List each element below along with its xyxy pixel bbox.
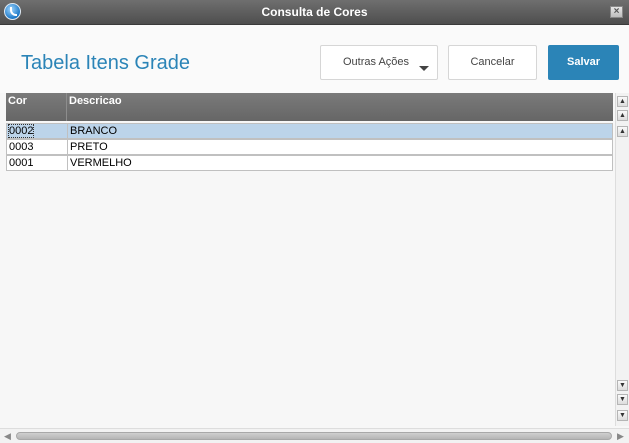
cell-descricao: PRETO [70,141,108,153]
page-down-icon[interactable]: ▼ [617,394,628,405]
save-button[interactable]: Salvar [548,45,619,80]
data-grid: Cor Descricao 0002 BRANCO 0003 PRETO 000… [6,93,613,425]
table-row[interactable]: 0003 PRETO [6,139,613,155]
cell-descricao: VERMELHO [70,157,132,169]
column-divider [66,93,67,121]
close-icon[interactable]: × [610,6,623,18]
title-bar: Consulta de Cores × [0,0,629,25]
scroll-left-icon[interactable]: ◀ [4,431,11,441]
action-header: Tabela Itens Grade Outras Ações Cancelar… [0,25,629,93]
cancel-button[interactable]: Cancelar [448,45,537,80]
dropdown-caret-icon [419,66,429,71]
scroll-down-icon[interactable]: ▼ [617,380,628,391]
cell-divider [67,124,68,138]
table-row[interactable]: 0001 VERMELHO [6,155,613,171]
page-up-icon[interactable]: ▲ [617,110,628,121]
vertical-scrollbar[interactable]: ▲ ▲ ▲ ▼ ▼ ▼ [615,93,629,426]
outras-acoes-label: Outras Ações [343,56,410,68]
grid-header: Cor Descricao [6,93,613,121]
cell-cor: 0001 [9,157,34,169]
cell-divider [67,140,68,154]
column-header-descricao[interactable]: Descricao [69,95,122,107]
cell-divider [67,156,68,170]
cell-cor: 0002 [7,124,35,138]
table-row[interactable]: 0002 BRANCO [6,123,613,139]
window-title: Consulta de Cores [261,5,368,19]
scroll-right-icon[interactable]: ▶ [617,431,624,441]
dialog-window: Consulta de Cores × Tabela Itens Grade O… [0,0,629,443]
horizontal-scroll-thumb[interactable] [16,432,612,440]
cell-cor: 0003 [9,141,34,153]
outras-acoes-button[interactable]: Outras Ações [320,45,438,80]
cell-descricao: BRANCO [70,125,118,137]
horizontal-scrollbar[interactable]: ◀ ▶ [0,428,629,443]
scroll-bottom-icon[interactable]: ▼ [617,410,628,421]
scroll-up-icon[interactable]: ▲ [617,126,628,137]
page-title: Tabela Itens Grade [21,52,190,74]
column-header-cor[interactable]: Cor [8,95,27,107]
scroll-top-icon[interactable]: ▲ [617,96,628,107]
